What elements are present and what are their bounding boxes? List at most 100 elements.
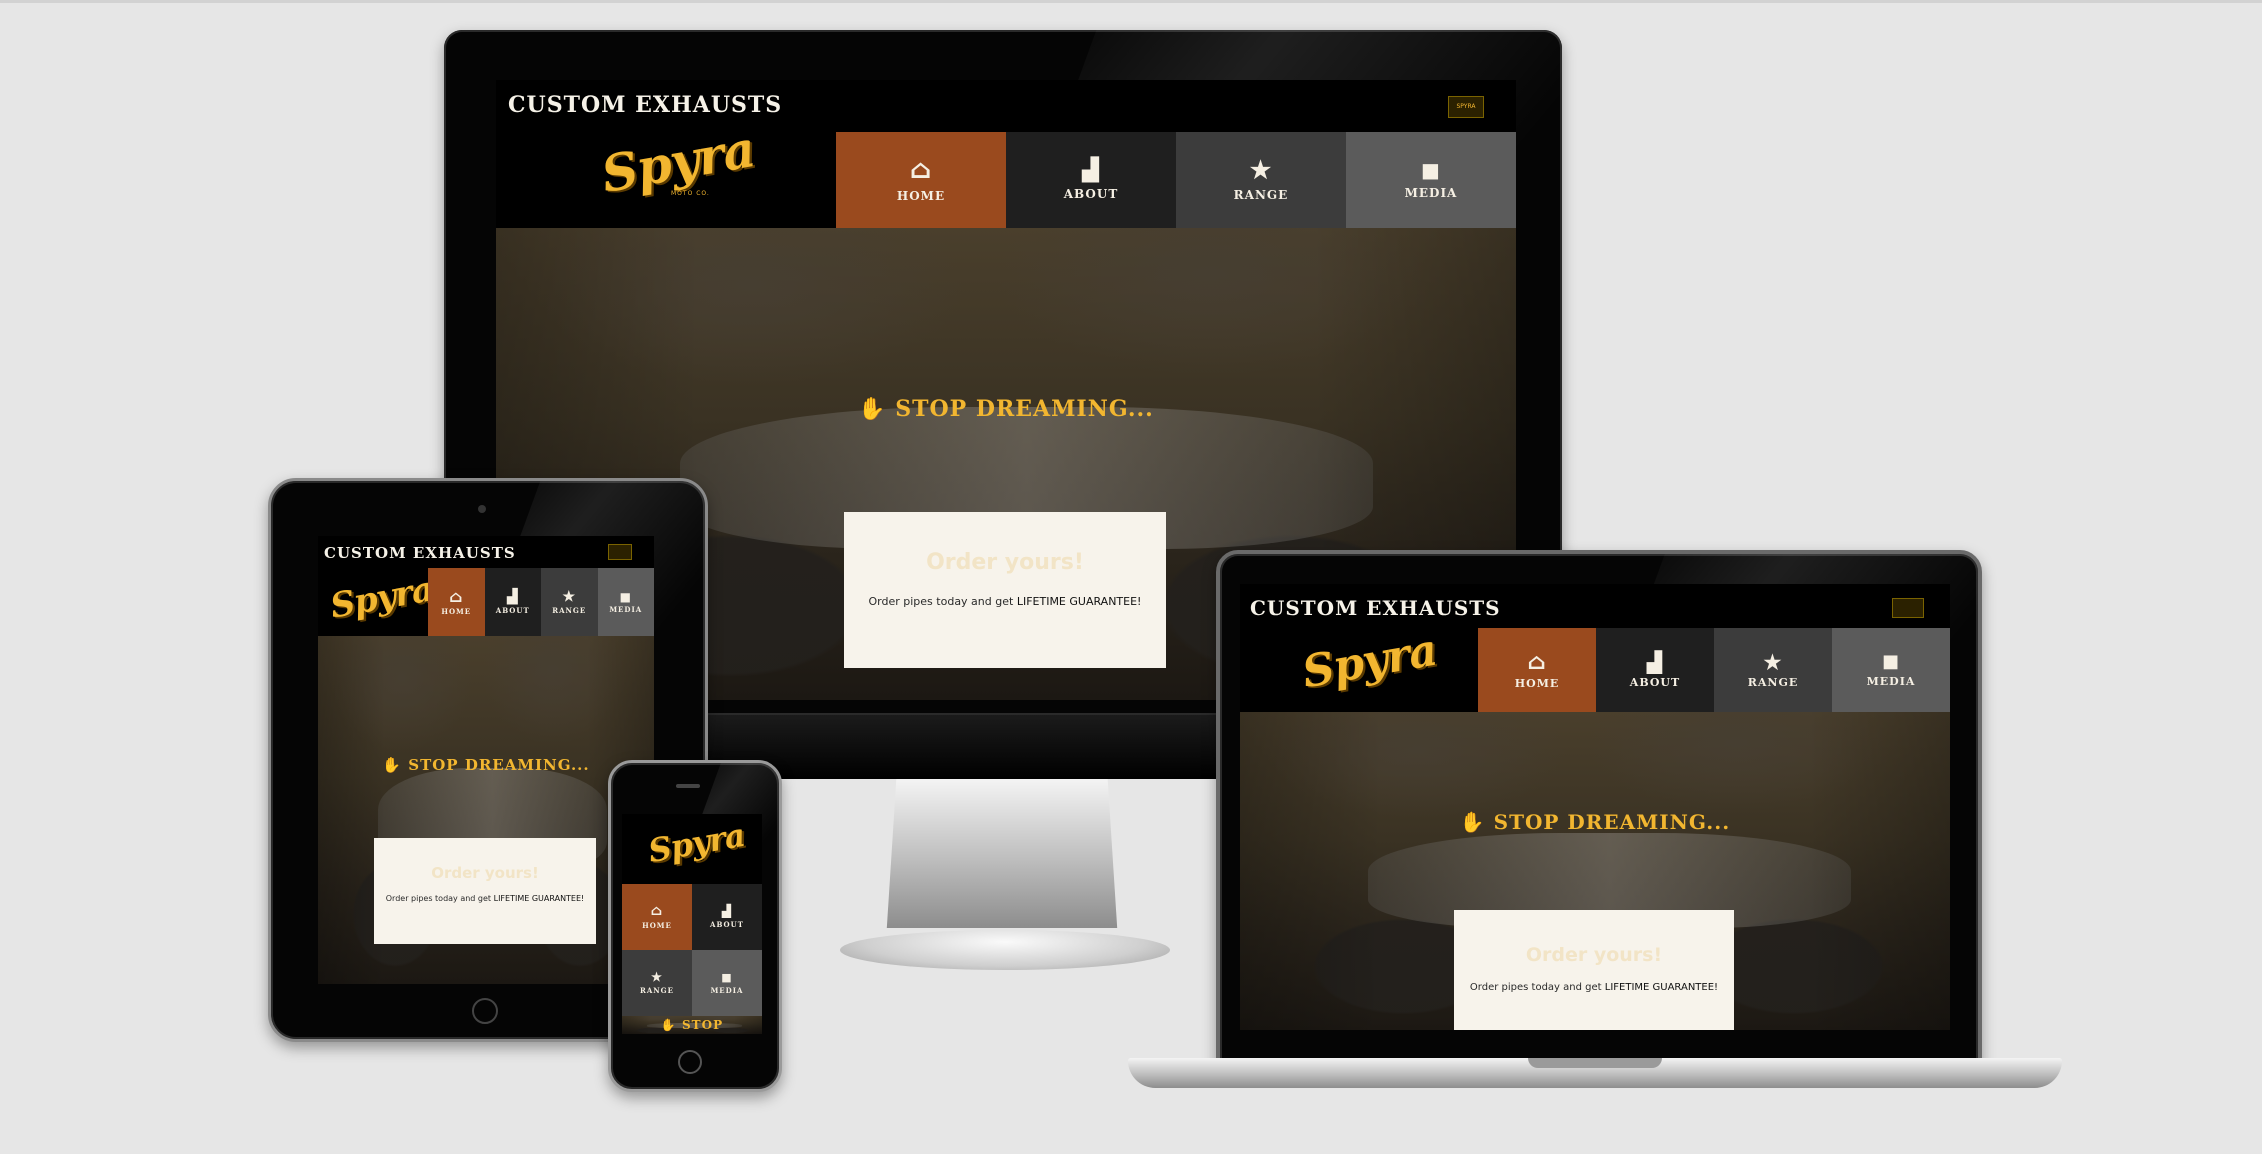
home-icon: ⌂	[1527, 648, 1547, 675]
hand-icon: ✋	[382, 756, 409, 774]
hero-heading-text: STOP DREAMING...	[895, 396, 1154, 422]
nav-home-label: HOME	[896, 189, 946, 203]
star-icon: ★	[1249, 155, 1273, 184]
phone-home-button[interactable]	[678, 1050, 702, 1074]
laptop-nav-about[interactable]: ▟ ABOUT	[1596, 628, 1714, 712]
order-card: Order yours! Order pipes today and get L…	[844, 512, 1166, 668]
phone-hero: ✋ STOP	[622, 1016, 762, 1034]
video-icon: ■	[721, 970, 733, 984]
video-icon: ■	[619, 589, 632, 604]
tablet-nav-media-label: MEDIA	[609, 604, 643, 614]
tablet-site-logo[interactable]: Spyra	[327, 569, 435, 626]
hand-icon: ✋	[858, 396, 896, 422]
home-icon: ⌂	[909, 155, 933, 185]
factory-icon: ▟	[506, 588, 519, 605]
tablet-header: CUSTOM EXHAUSTS Spyra ⌂ HOME ▟ ABOUT ★ RANG…	[318, 536, 654, 636]
tablet-nav-media[interactable]: ■ MEDIA	[597, 568, 654, 636]
tablet-nav-home[interactable]: ⌂ HOME	[428, 568, 485, 636]
laptop-site-logo[interactable]: Spyra	[1299, 625, 1441, 699]
laptop-nav-media[interactable]: ■ MEDIA	[1832, 628, 1950, 712]
laptop-hero: ✋ STOP DREAMING... Order yours! Order pi…	[1240, 712, 1950, 1030]
nav-about[interactable]: ▟ ABOUT	[1006, 132, 1176, 228]
phone-site-logo[interactable]: Spyra	[645, 816, 747, 870]
laptop-nav-home-label: HOME	[1514, 676, 1560, 690]
laptop-header: CUSTOM EXHAUSTS Spyra ⌂ HOME ▟ ABOUT ★ RANG…	[1240, 584, 1950, 712]
tablet-nav-range[interactable]: ★ RANGE	[541, 568, 598, 636]
site-badge-text: SPYRA	[1456, 103, 1476, 110]
laptop-site-title: CUSTOM EXHAUSTS	[1250, 596, 1501, 620]
laptop-nav-range-label: RANGE	[1747, 675, 1799, 689]
laptop-nav-home[interactable]: ⌂ HOME	[1478, 628, 1596, 712]
phone-nav-home-label: HOME	[642, 921, 672, 930]
tablet-nav-about[interactable]: ▟ ABOUT	[484, 568, 541, 636]
tablet-home-button[interactable]	[472, 998, 498, 1024]
tablet-site-badge	[608, 544, 632, 560]
tablet-hero-heading-text: STOP DREAMING...	[408, 756, 590, 774]
top-border	[0, 0, 2262, 3]
star-icon: ★	[562, 588, 577, 605]
order-card-text-body: Order pipes today and get	[868, 595, 1014, 608]
hand-icon: ✋	[660, 1018, 683, 1032]
monitor-stand-neck	[886, 778, 1118, 928]
laptop-hero-heading-text: STOP DREAMING...	[1493, 810, 1731, 834]
factory-icon: ▟	[1646, 649, 1664, 674]
laptop-nav-range[interactable]: ★ RANGE	[1714, 628, 1832, 712]
phone-nav-home[interactable]: ⌂ HOME	[622, 884, 692, 950]
monitor-stand-base	[840, 930, 1170, 970]
order-card-highlight[interactable]: LIFETIME GUARANTEE!	[1017, 595, 1142, 608]
tablet-order-card-title: Order yours!	[431, 864, 539, 882]
order-card-text: Order pipes today and get LIFETIME GUARA…	[844, 595, 1166, 608]
phone-nav-range-label: RANGE	[640, 986, 674, 995]
phone-hero-heading-text: STOP	[682, 1018, 724, 1032]
star-icon: ★	[651, 970, 663, 984]
order-card-title: Order yours!	[926, 550, 1084, 575]
phone-header: Spyra	[622, 814, 762, 884]
laptop-screen: CUSTOM EXHAUSTS Spyra ⌂ HOME ▟ ABOUT ★ RANG…	[1240, 584, 1950, 1030]
phone-nav-about-label: ABOUT	[710, 920, 744, 929]
nav-home[interactable]: ⌂ HOME	[836, 132, 1006, 228]
video-icon: ■	[1881, 650, 1900, 672]
laptop-site-badge	[1892, 598, 1924, 618]
site-badge: SPYRA	[1448, 96, 1484, 118]
tablet-order-card-highlight[interactable]: LIFETIME GUARANTEE!	[494, 894, 585, 903]
tablet-site-title: CUSTOM EXHAUSTS	[324, 544, 516, 562]
laptop-order-card-title: Order yours!	[1525, 944, 1663, 966]
laptop-order-card: Order yours! Order pipes today and get L…	[1454, 910, 1734, 1030]
nav-range[interactable]: ★ RANGE	[1176, 132, 1346, 228]
tablet-main-nav: ⌂ HOME ▟ ABOUT ★ RANGE ■ MEDIA	[428, 568, 654, 636]
home-icon: ⌂	[650, 903, 664, 919]
phone-main-nav: ⌂ HOME ▟ ABOUT ★ RANGE ■ MEDIA	[622, 884, 762, 1016]
phone-speaker	[676, 784, 700, 788]
star-icon: ★	[1763, 649, 1783, 674]
tablet-hero: ✋ STOP DREAMING... Order yours! Order pi…	[318, 636, 654, 984]
nav-range-label: RANGE	[1233, 188, 1289, 202]
nav-media[interactable]: ■ MEDIA	[1346, 132, 1516, 228]
tablet-screen: CUSTOM EXHAUSTS Spyra ⌂ HOME ▟ ABOUT ★ RANG…	[318, 536, 654, 984]
site-title: CUSTOM EXHAUSTS	[508, 92, 783, 118]
nav-about-label: ABOUT	[1063, 187, 1119, 201]
tablet-order-card: Order yours! Order pipes today and get L…	[374, 838, 596, 944]
tablet-nav-range-label: RANGE	[552, 605, 587, 615]
laptop-main-nav: ⌂ HOME ▟ ABOUT ★ RANGE ■ MEDIA	[1478, 628, 1950, 712]
factory-icon: ▟	[1082, 157, 1100, 183]
phone-hero-heading: ✋ STOP	[622, 1018, 762, 1032]
phone-nav-about[interactable]: ▟ ABOUT	[692, 884, 762, 950]
phone-nav-media-label: MEDIA	[710, 985, 744, 995]
phone-screen: Spyra ⌂ HOME ▟ ABOUT ★ RANGE ■ MEDIA ✋ STOP	[622, 814, 762, 1034]
video-icon: ■	[1421, 158, 1441, 182]
phone-nav-media[interactable]: ■ MEDIA	[692, 950, 762, 1016]
tablet-hero-heading: ✋ STOP DREAMING...	[318, 756, 654, 774]
phone-nav-range[interactable]: ★ RANGE	[622, 950, 692, 1016]
tablet-order-card-body: Order pipes today and get	[385, 894, 492, 903]
tablet-order-card-text: Order pipes today and get LIFETIME GUARA…	[374, 894, 596, 903]
hand-icon: ✋	[1459, 810, 1494, 834]
tablet-nav-about-label: ABOUT	[495, 605, 530, 615]
laptop-order-card-highlight[interactable]: LIFETIME GUARANTEE!	[1605, 982, 1718, 993]
laptop-hero-heading: ✋ STOP DREAMING...	[1240, 810, 1950, 834]
site-header: CUSTOM EXHAUSTS SPYRA Spyra MOTO CO. ⌂ HO…	[496, 80, 1516, 228]
tablet-camera	[478, 505, 486, 513]
tablet-nav-home-label: HOME	[441, 606, 472, 616]
laptop-order-card-text: Order pipes today and get LIFETIME GUARA…	[1454, 982, 1734, 993]
home-icon: ⌂	[449, 586, 464, 606]
factory-icon: ▟	[721, 904, 733, 918]
